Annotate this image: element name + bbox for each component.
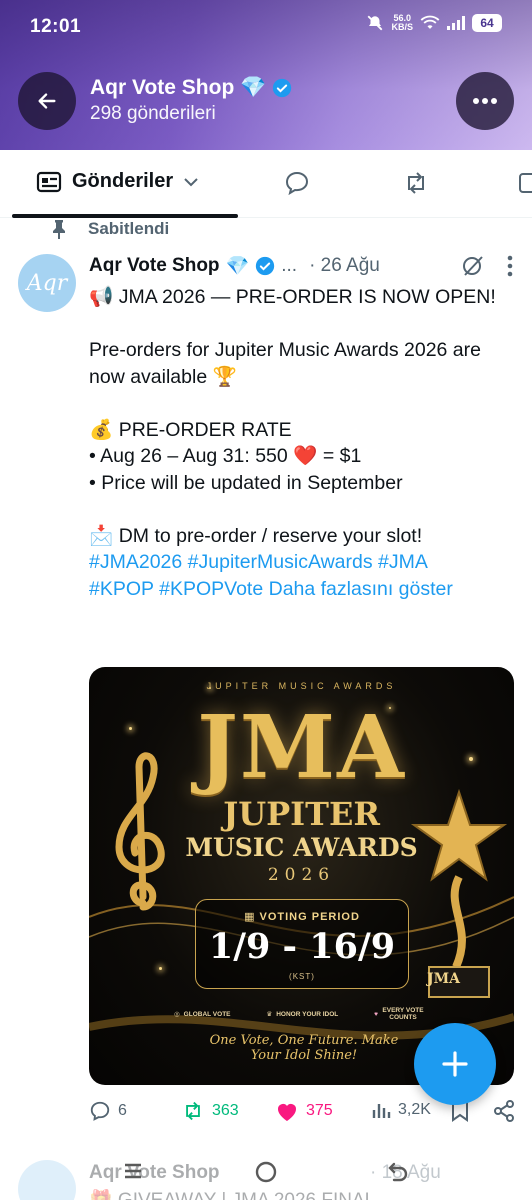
reply-icon bbox=[90, 1101, 110, 1121]
profile-name: Aqr Vote Shop bbox=[90, 76, 235, 99]
feature-label: EVERY VOTE COUNTS bbox=[382, 1007, 424, 1021]
handle-ellipsis: ... bbox=[281, 255, 298, 276]
profile-name-row: Aqr Vote Shop 💎 bbox=[90, 76, 292, 100]
voting-timezone: (KST) bbox=[289, 972, 315, 981]
pin-icon bbox=[53, 220, 65, 239]
feature-label: HONOR YOUR IDOL bbox=[276, 1010, 339, 1018]
globe-icon: ◎ bbox=[174, 1011, 180, 1018]
tab-media-icon[interactable] bbox=[518, 170, 532, 196]
poster-line-jupiter: JUPITER bbox=[223, 795, 380, 833]
back-button[interactable] bbox=[18, 72, 76, 130]
mute-bell-icon bbox=[368, 15, 383, 31]
analytics-icon bbox=[372, 1104, 391, 1118]
calendar-icon: ▦ bbox=[244, 911, 260, 923]
tweet-text: 📢 JMA 2026 — PRE-ORDER IS NOW OPEN! Pre-… bbox=[89, 286, 496, 547]
profile-tabs: Gönderiler bbox=[0, 150, 532, 218]
voting-period-text: VOTING PERIOD bbox=[259, 911, 360, 923]
back-nav-icon[interactable] bbox=[386, 1160, 410, 1184]
feature-honor-idol: ♛ HONOR YOUR IDOL bbox=[266, 1007, 338, 1021]
poster-year: 2026 bbox=[267, 865, 336, 885]
voting-period-box: ▦ VOTING PERIOD 1/9 - 16/9 (KST) bbox=[195, 899, 409, 989]
tab-posts[interactable]: Gönderiler bbox=[36, 170, 199, 193]
profile-header-banner: 12:01 56.0 KB/S 64 Aqr Vote Shop 💎 298 g… bbox=[0, 0, 532, 150]
poster-kicker: JUPITER MUSIC AWARDS bbox=[206, 681, 397, 691]
voting-period-label: ▦ VOTING PERIOD bbox=[196, 910, 408, 923]
hashtag-link[interactable]: #JMA2026 bbox=[89, 551, 182, 573]
grok-icon[interactable] bbox=[461, 254, 485, 278]
views-button[interactable]: 3,2K bbox=[371, 1100, 431, 1120]
poster-line-music-awards: MUSIC AWARDS bbox=[185, 833, 418, 862]
more-options-button[interactable] bbox=[456, 72, 514, 130]
avatar[interactable]: Aqr bbox=[18, 254, 76, 312]
repost-icon bbox=[186, 1101, 200, 1121]
home-circle-icon[interactable] bbox=[254, 1160, 278, 1184]
verified-badge-icon bbox=[256, 256, 275, 276]
poster-features: ◎ GLOBAL VOTE ♛ HONOR YOUR IDOL ♥ EVERY VOT… bbox=[174, 1007, 424, 1021]
battery-indicator: 64 bbox=[472, 14, 502, 32]
more-horizontal-icon bbox=[473, 98, 497, 104]
repost-button[interactable]: 363 bbox=[181, 1100, 239, 1122]
hashtag-link[interactable]: #KPOP bbox=[89, 578, 154, 600]
repost-count: 363 bbox=[212, 1102, 239, 1119]
hashtag-link[interactable]: #JupiterMusicAwards bbox=[188, 551, 373, 573]
heart-icon: ♥ bbox=[374, 1010, 378, 1018]
network-speed: 56.0 KB/S bbox=[391, 14, 413, 32]
pinned-indicator: Sabitlendi bbox=[50, 219, 169, 239]
status-time: 12:01 bbox=[30, 16, 82, 37]
tab-reposts-icon[interactable] bbox=[402, 170, 430, 196]
status-bar: 12:01 56.0 KB/S 64 bbox=[0, 0, 532, 58]
tab-replies-icon[interactable] bbox=[284, 170, 310, 196]
status-icons: 56.0 KB/S 64 bbox=[366, 14, 502, 32]
like-count: 375 bbox=[306, 1102, 333, 1119]
gem-emoji-icon: 💎 bbox=[240, 76, 267, 99]
trophy-icon: ♛ bbox=[266, 1011, 273, 1018]
feature-global-vote: ◎ GLOBAL VOTE bbox=[174, 1007, 231, 1021]
hashtag-link[interactable]: #JMA bbox=[378, 551, 428, 573]
signal-icon bbox=[447, 16, 465, 30]
network-speed-unit: KB/S bbox=[391, 22, 413, 32]
compose-post-button[interactable] bbox=[414, 1023, 496, 1105]
recents-icon[interactable] bbox=[122, 1160, 144, 1182]
system-navigation-bar bbox=[0, 1152, 532, 1200]
posts-card-icon bbox=[36, 171, 62, 192]
poster-slogan: One Vote, One Future. Make Your Idol Shi… bbox=[209, 1033, 399, 1063]
pinned-tweet[interactable]: Aqr Vote Shop 💎 ... · 26 Ağu 📢 JMA 2026 … bbox=[89, 252, 519, 602]
reply-button[interactable]: 6 bbox=[89, 1100, 127, 1122]
tweet-date[interactable]: · 26 Ağu bbox=[309, 255, 380, 277]
feature-every-vote: ♥ EVERY VOTE COUNTS bbox=[374, 1007, 424, 1021]
heart-filled-icon bbox=[278, 1104, 296, 1121]
trophy-base-text: JMA bbox=[427, 971, 460, 987]
verified-badge-icon bbox=[273, 78, 292, 98]
tweet-hashtags: #JMA2026 #JupiterMusicAwards #JMA #KPOP … bbox=[89, 549, 519, 602]
wifi-icon bbox=[420, 15, 440, 29]
active-tab-indicator bbox=[12, 214, 238, 218]
feature-label: GLOBAL VOTE bbox=[183, 1010, 231, 1018]
arrow-left-icon bbox=[38, 93, 56, 109]
reply-count: 6 bbox=[118, 1102, 127, 1119]
hashtag-link[interactable]: #KPOPVote bbox=[159, 578, 263, 600]
tweet-header-actions bbox=[461, 254, 513, 278]
share-button[interactable] bbox=[493, 1100, 515, 1122]
tweet-header: Aqr Vote Shop 💎 ... · 26 Ağu bbox=[89, 252, 519, 280]
tweet-author[interactable]: Aqr Vote Shop bbox=[89, 255, 220, 277]
pinned-label: Sabitlendi bbox=[88, 219, 170, 238]
profile-title: Aqr Vote Shop 💎 298 gönderileri bbox=[90, 76, 292, 125]
more-vertical-icon[interactable] bbox=[507, 255, 513, 277]
poster-big-title: JMA bbox=[197, 697, 406, 798]
posts-count: 298 gönderileri bbox=[90, 103, 216, 124]
tab-posts-label: Gönderiler bbox=[72, 170, 174, 192]
views-count: 3,2K bbox=[398, 1101, 431, 1118]
show-more-link[interactable]: Daha fazlasını göster bbox=[269, 578, 453, 600]
gem-emoji-icon: 💎 bbox=[225, 256, 250, 277]
share-icon bbox=[494, 1100, 514, 1122]
plus-icon bbox=[442, 1051, 468, 1077]
like-button[interactable]: 375 bbox=[275, 1100, 333, 1122]
voting-dates: 1/9 - 16/9 bbox=[208, 926, 396, 967]
chevron-down-icon[interactable] bbox=[183, 177, 199, 187]
